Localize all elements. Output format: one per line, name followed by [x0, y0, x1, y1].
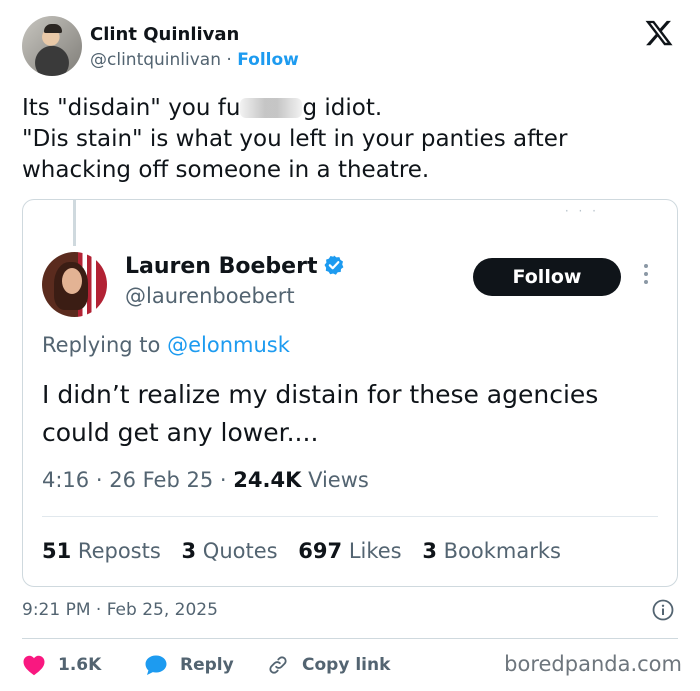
- more-options-icon[interactable]: [639, 260, 653, 290]
- reposts-label: Reposts: [77, 539, 161, 563]
- x-logo-icon[interactable]: [644, 18, 674, 48]
- replying-mention[interactable]: @elonmusk: [167, 333, 290, 357]
- likes-count: 697: [298, 539, 343, 563]
- reply-button[interactable]: Reply: [144, 652, 234, 678]
- quotes-count: 3: [181, 539, 197, 563]
- quoted-author-name[interactable]: Lauren Boebert: [125, 254, 345, 279]
- quoted-meta: 4:16 · 26 Feb 25 · 24.4K Views: [42, 468, 369, 492]
- heart-icon: [23, 655, 45, 676]
- quoted-avatar[interactable]: [42, 252, 107, 317]
- author-handle-line: @clintquinlivan · Follow: [90, 50, 299, 70]
- views-label: Views: [308, 468, 369, 492]
- censor-blur: [240, 98, 303, 118]
- action-bar: 1.6K Reply Copy link boredpanda.com: [22, 652, 682, 678]
- author-info: Clint Quinlivan @clintquinlivan · Follow: [90, 24, 299, 70]
- author-display-name[interactable]: Clint Quinlivan: [90, 24, 299, 45]
- tweet-timestamp[interactable]: 9:21 PM · Feb 25, 2025: [22, 600, 218, 620]
- speech-bubble-icon: [145, 655, 167, 675]
- reply-label: Reply: [180, 655, 234, 675]
- quoted-tweet-card[interactable]: · · · Lauren Boebert @laurenboebert Foll…: [22, 199, 678, 587]
- verified-badge-icon: [324, 255, 344, 275]
- divider: [22, 638, 678, 639]
- separator: ·: [95, 468, 103, 492]
- copy-link-button[interactable]: Copy link: [266, 652, 390, 678]
- reposts-stat[interactable]: 51 Reposts: [42, 539, 161, 563]
- separator: ·: [226, 50, 232, 70]
- tweet-text-part1: Its "disdain" you fu: [22, 95, 241, 121]
- quoted-author-handle[interactable]: @laurenboebert: [125, 284, 295, 308]
- divider: [42, 516, 658, 517]
- quotes-stat[interactable]: 3 Quotes: [181, 539, 277, 563]
- replying-to: Replying to @elonmusk: [42, 333, 290, 357]
- quoted-display-name: Lauren Boebert: [125, 254, 318, 279]
- likes-label: Likes: [348, 539, 402, 563]
- avatar[interactable]: [22, 16, 82, 76]
- watermark: boredpanda.com: [504, 652, 682, 676]
- likes-stat[interactable]: 697 Likes: [298, 539, 401, 563]
- bookmarks-stat[interactable]: 3 Bookmarks: [422, 539, 561, 563]
- quoted-time[interactable]: 4:16: [42, 468, 89, 492]
- like-button[interactable]: 1.6K: [22, 652, 101, 678]
- follow-link[interactable]: Follow: [237, 50, 299, 70]
- tweet-text-line1: Its "disdain" you fu g idiot.: [22, 93, 672, 124]
- replying-prefix: Replying to: [42, 333, 161, 357]
- tweet-text: Its "disdain" you fu g idiot. "Dis stain"…: [22, 93, 672, 186]
- tweet-header: Clint Quinlivan @clintquinlivan · Follow: [22, 16, 678, 78]
- tweet-text-line2: "Dis stain" is what you left in your pan…: [22, 126, 568, 183]
- thread-line: [73, 200, 76, 246]
- link-icon: [269, 656, 287, 674]
- info-icon[interactable]: [652, 599, 674, 621]
- quoted-tweet-text: I didn’t realize my distain for these ag…: [42, 380, 599, 447]
- quotes-label: Quotes: [202, 539, 278, 563]
- bookmarks-label: Bookmarks: [443, 539, 561, 563]
- like-count: 1.6K: [58, 655, 102, 675]
- reposts-count: 51: [42, 539, 72, 563]
- copy-link-label: Copy link: [302, 655, 391, 675]
- follow-button[interactable]: Follow: [473, 258, 621, 296]
- bookmarks-count: 3: [422, 539, 437, 563]
- quoted-stats: 51 Reposts 3 Quotes 697 Likes 3 Bookmark…: [42, 539, 575, 563]
- tweet-text-part2: g idiot.: [302, 95, 383, 121]
- author-handle[interactable]: @clintquinlivan: [90, 50, 221, 70]
- views-count: 24.4K: [233, 468, 302, 492]
- quoted-date[interactable]: 26 Feb 25: [109, 468, 213, 492]
- separator: ·: [219, 468, 227, 492]
- top-ellipsis: · · ·: [564, 204, 599, 218]
